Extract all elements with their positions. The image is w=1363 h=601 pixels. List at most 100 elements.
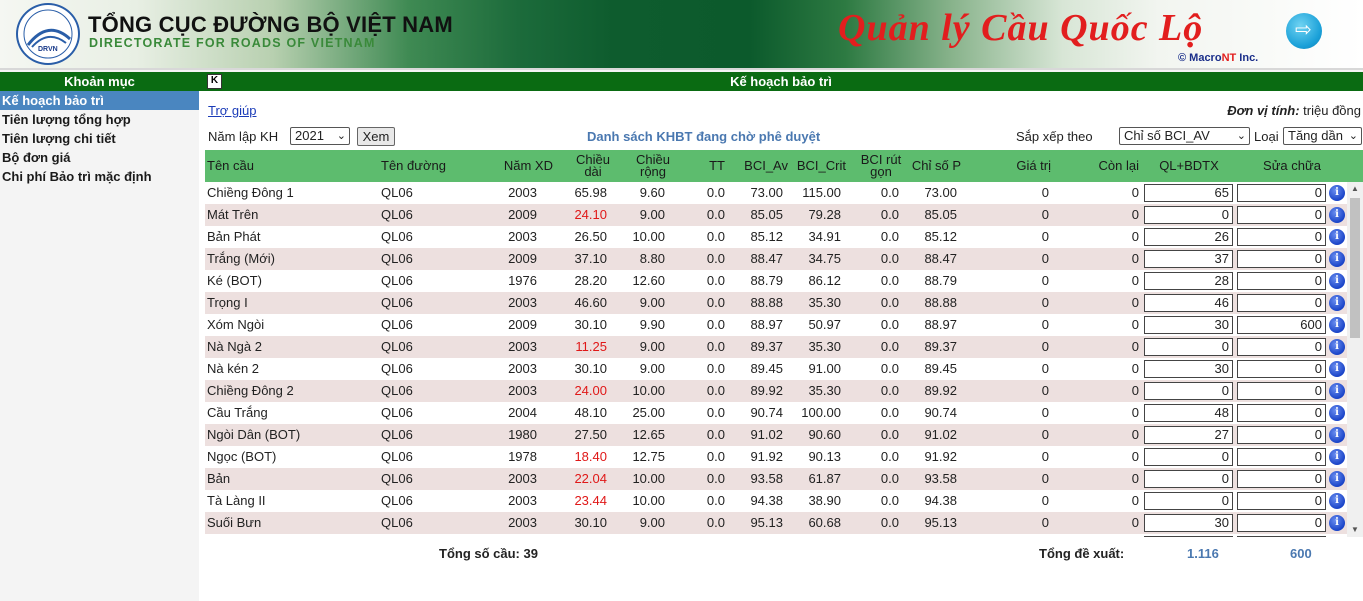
repair-input[interactable]: 0 bbox=[1237, 470, 1326, 488]
table-scrollbar[interactable]: ▲ ▼ bbox=[1347, 182, 1363, 537]
cell-bci-crit: 34.75 bbox=[808, 251, 841, 266]
ql-bdtx-input[interactable]: 48 bbox=[1144, 404, 1233, 422]
cell-name: Tà Làng II bbox=[207, 493, 266, 508]
cell-road: QL06 bbox=[381, 207, 413, 222]
table-row: Ngọc (BOT) QL06 1978 18.40 12.75 0.0 91.92 90.1… bbox=[205, 446, 1347, 468]
sidebar-item-unit-price[interactable]: Bộ đơn giá bbox=[0, 148, 199, 167]
view-button[interactable]: Xem bbox=[357, 127, 395, 146]
scroll-down-icon[interactable]: ▼ bbox=[1347, 523, 1363, 537]
ql-bdtx-input[interactable]: 65 bbox=[1144, 184, 1233, 202]
cell-p-index: 88.79 bbox=[924, 273, 957, 288]
table-body[interactable]: Chiềng Đông 1 QL06 2003 65.98 9.60 0.0 73.00 11… bbox=[205, 182, 1347, 537]
cell-bci-short: 0.0 bbox=[880, 405, 899, 420]
cell-remaining: 0 bbox=[1131, 339, 1139, 354]
ql-bdtx-input[interactable]: 0 bbox=[1144, 536, 1233, 537]
info-icon[interactable]: i bbox=[1329, 449, 1345, 465]
table-row: Trọng I QL06 2003 46.60 9.00 0.0 88.88 35.30 0.0… bbox=[205, 292, 1347, 314]
info-icon[interactable]: i bbox=[1329, 515, 1345, 531]
ql-bdtx-input[interactable]: 0 bbox=[1144, 492, 1233, 510]
info-icon[interactable]: i bbox=[1329, 251, 1345, 267]
repair-input[interactable]: 600 bbox=[1237, 316, 1326, 334]
ql-bdtx-input[interactable]: 28 bbox=[1144, 272, 1233, 290]
repair-input[interactable]: 0 bbox=[1237, 492, 1326, 510]
cell-bci-short: 0.0 bbox=[849, 534, 899, 537]
cell-length: 37.10 bbox=[574, 251, 607, 266]
repair-input[interactable]: 0 bbox=[1237, 360, 1326, 378]
info-icon[interactable]: i bbox=[1329, 229, 1345, 245]
cell-road: QL06 bbox=[381, 493, 413, 508]
ql-bdtx-input[interactable]: 26 bbox=[1144, 228, 1233, 246]
repair-input[interactable]: 0 bbox=[1237, 426, 1326, 444]
sort-select[interactable]: Chỉ số BCI_AV ⌄ bbox=[1119, 127, 1250, 145]
scroll-thumb[interactable] bbox=[1350, 198, 1360, 338]
info-icon[interactable]: i bbox=[1329, 295, 1345, 311]
cell-remaining: 0 bbox=[1131, 273, 1139, 288]
ql-bdtx-input[interactable]: 0 bbox=[1144, 338, 1233, 356]
repair-input[interactable]: 0 bbox=[1237, 272, 1326, 290]
cell-name: Mát Trên bbox=[207, 207, 259, 222]
collapse-sidebar-icon[interactable]: K bbox=[207, 74, 222, 89]
repair-input[interactable]: 0 bbox=[1237, 448, 1326, 466]
info-icon[interactable]: i bbox=[1329, 383, 1345, 399]
table-row: Cầu Trắng QL06 2004 48.10 25.00 0.0 90.74 100.0… bbox=[205, 402, 1347, 424]
info-icon[interactable]: i bbox=[1329, 273, 1345, 289]
info-icon[interactable]: i bbox=[1329, 361, 1345, 377]
repair-input[interactable]: 0 bbox=[1237, 294, 1326, 312]
repair-input[interactable]: 0 bbox=[1237, 382, 1326, 400]
sidebar-item-detail-estimate[interactable]: Tiên lượng chi tiết bbox=[0, 129, 199, 148]
cell-bci-short: 0.0 bbox=[880, 295, 899, 310]
help-link[interactable]: Trợ giúp bbox=[208, 103, 257, 118]
cell-length: 23.44 bbox=[574, 493, 607, 508]
cell-bci-crit: 35.30 bbox=[808, 339, 841, 354]
cell-road: QL06 bbox=[381, 471, 413, 486]
ql-bdtx-input[interactable]: 37 bbox=[1144, 250, 1233, 268]
sidebar-item-maintenance-plan[interactable]: Kế hoạch bảo trì bbox=[0, 91, 199, 110]
ql-bdtx-input[interactable]: 27 bbox=[1144, 426, 1233, 444]
cell-remaining: 0 bbox=[1131, 317, 1139, 332]
info-icon[interactable]: i bbox=[1329, 207, 1345, 223]
ql-bdtx-input[interactable]: 30 bbox=[1144, 316, 1233, 334]
order-select[interactable]: Tăng dần ⌄ bbox=[1283, 127, 1362, 145]
cell-bci-crit: 100.00 bbox=[801, 405, 841, 420]
repair-input[interactable]: 0 bbox=[1237, 206, 1326, 224]
cell-tt: 0.0 bbox=[706, 273, 725, 288]
info-icon[interactable]: i bbox=[1329, 471, 1345, 487]
logout-button[interactable]: ⇨ bbox=[1286, 13, 1322, 49]
info-icon[interactable]: i bbox=[1329, 493, 1345, 509]
repair-input[interactable]: 0 bbox=[1237, 250, 1326, 268]
cell-bci-crit: 35.30 bbox=[808, 295, 841, 310]
info-icon[interactable]: i bbox=[1329, 185, 1345, 201]
cell-width: 9.60 bbox=[639, 185, 665, 200]
cell-p-index: 95.36 bbox=[901, 534, 957, 537]
ql-bdtx-input[interactable]: 0 bbox=[1144, 470, 1233, 488]
info-icon[interactable]: i bbox=[1329, 405, 1345, 421]
year-select[interactable]: 2021 ⌄ bbox=[290, 127, 350, 145]
repair-input[interactable]: 0 bbox=[1237, 514, 1326, 532]
ql-bdtx-input[interactable]: 30 bbox=[1144, 360, 1233, 378]
ql-bdtx-input[interactable]: 0 bbox=[1144, 448, 1233, 466]
ql-bdtx-input[interactable]: 30 bbox=[1144, 514, 1233, 532]
sidebar-item-summary-estimate[interactable]: Tiên lượng tổng hợp bbox=[0, 110, 199, 129]
sidebar-item-default-cost[interactable]: Chi phí Bảo trì mặc định bbox=[0, 167, 199, 186]
chevron-down-icon: ⌄ bbox=[336, 130, 346, 142]
ql-bdtx-input[interactable]: 0 bbox=[1144, 206, 1233, 224]
scroll-up-icon[interactable]: ▲ bbox=[1347, 182, 1363, 196]
repair-input[interactable]: 0 bbox=[1237, 228, 1326, 246]
cell-year: 2003 bbox=[508, 339, 537, 354]
info-icon[interactable]: i bbox=[1329, 317, 1345, 333]
cell-road: QL06 bbox=[381, 534, 441, 537]
repair-input[interactable]: 0 bbox=[1237, 536, 1326, 537]
repair-input[interactable]: 0 bbox=[1237, 338, 1326, 356]
cell-bci-crit: 60.68 bbox=[808, 515, 841, 530]
cell-year: 2003 bbox=[508, 471, 537, 486]
repair-input[interactable]: 0 bbox=[1237, 404, 1326, 422]
info-icon[interactable]: i bbox=[1329, 427, 1345, 443]
ql-bdtx-input[interactable]: 0 bbox=[1144, 382, 1233, 400]
table-row: Xóm Ngòi QL06 2009 30.10 9.90 0.0 88.97 50.97 0.… bbox=[205, 314, 1347, 336]
info-icon[interactable]: i bbox=[1329, 339, 1345, 355]
cell-width: 10.00 bbox=[615, 534, 665, 537]
repair-input[interactable]: 0 bbox=[1237, 184, 1326, 202]
cell-p-index: 91.92 bbox=[924, 449, 957, 464]
ql-bdtx-input[interactable]: 46 bbox=[1144, 294, 1233, 312]
cell-bci-crit: 34.91 bbox=[808, 229, 841, 244]
